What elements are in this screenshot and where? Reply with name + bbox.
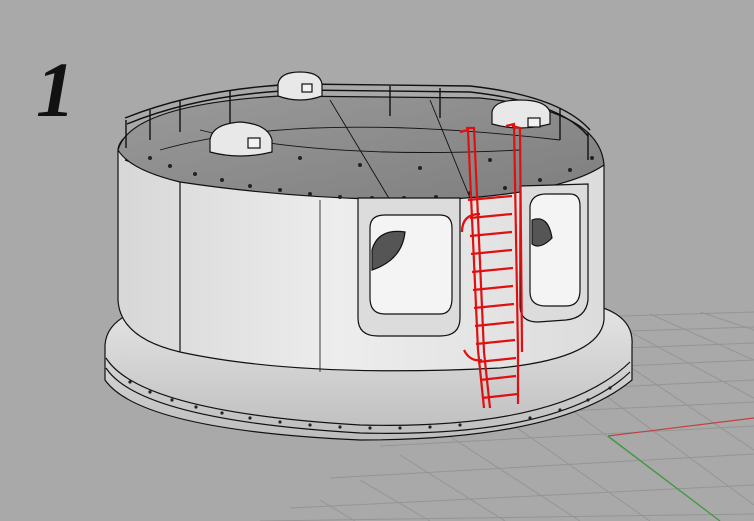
step-number-label: 1: [36, 46, 75, 133]
turret-model[interactable]: [104, 71, 633, 441]
gun-port-right: [519, 183, 589, 323]
world-axes: [607, 417, 754, 521]
y-axis-line: [607, 435, 721, 521]
viewport-canvas[interactable]: [0, 0, 754, 521]
gun-port-left: [357, 197, 461, 337]
roof-hatch-right: [491, 99, 551, 129]
roof-hatch-center: [277, 71, 323, 101]
perspective-viewport[interactable]: 1: [0, 0, 754, 521]
